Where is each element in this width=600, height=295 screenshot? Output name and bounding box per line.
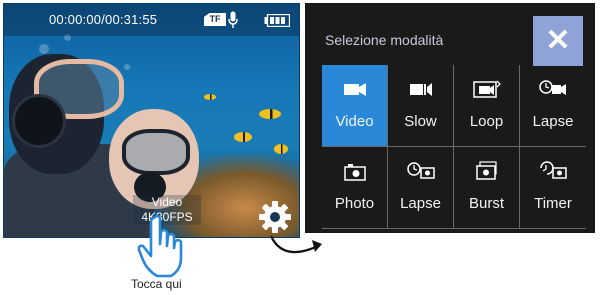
mode-label: Burst: [468, 195, 504, 212]
mode-slow[interactable]: Slow: [388, 65, 454, 147]
loop-recording-icon: [473, 80, 501, 98]
mode-grid: Video Slow Loop Lapse Photo Lapse Burst …: [322, 65, 588, 229]
mode-label: Loop: [469, 113, 504, 130]
mode-self-timer[interactable]: Timer: [520, 147, 586, 229]
fish: [234, 132, 252, 142]
mode-burst[interactable]: Burst: [454, 147, 520, 229]
fish: [204, 94, 216, 100]
current-mode-name: Video: [151, 195, 183, 209]
mode-label: Photo: [334, 195, 375, 212]
close-button[interactable]: ✕: [533, 16, 583, 66]
recording-timecode: 00:00:00/00:31:55: [49, 12, 158, 27]
microphone-icon: [228, 11, 238, 28]
photo-camera-icon: [344, 164, 366, 181]
tap-hand-icon: [137, 214, 183, 278]
mode-label: Lapse: [400, 195, 441, 212]
close-icon: ✕: [545, 24, 571, 57]
tf-card-icon: TF: [204, 13, 226, 26]
mode-label: Video: [335, 113, 374, 130]
slow-motion-icon: [410, 83, 432, 96]
camera-live-view: 00:00:00/00:31:55 TF Video 4K30FPS: [3, 3, 300, 238]
menu-title: Selezione modalità: [325, 32, 444, 48]
video-camera-icon: [344, 83, 366, 96]
photo-lapse-icon: [407, 162, 435, 179]
fish: [259, 109, 281, 119]
tap-here-caption: Tocca qui: [131, 277, 182, 291]
video-lapse-icon: [539, 80, 566, 95]
mode-selection-menu: Selezione modalità ✕ Video Slow Loop Lap…: [305, 3, 595, 233]
mode-label: Slow: [404, 113, 437, 130]
bubble: [39, 44, 49, 54]
mode-loop[interactable]: Loop: [454, 65, 520, 147]
fish: [274, 144, 288, 154]
mode-label: Lapse: [532, 113, 574, 130]
mode-photo[interactable]: Photo: [322, 147, 388, 229]
mode-video[interactable]: Video: [322, 65, 388, 147]
burst-photo-icon: [476, 161, 497, 180]
mode-video-lapse[interactable]: Lapse: [520, 65, 586, 147]
battery-icon: [264, 14, 290, 27]
diver-regulator: [12, 94, 66, 148]
self-timer-icon: [540, 161, 567, 179]
diver-mask: [122, 129, 190, 175]
status-bar: 00:00:00/00:31:55 TF: [4, 4, 299, 36]
bubble: [124, 64, 130, 70]
mode-label: Timer: [534, 195, 572, 212]
mode-photo-lapse[interactable]: Lapse: [388, 147, 454, 229]
